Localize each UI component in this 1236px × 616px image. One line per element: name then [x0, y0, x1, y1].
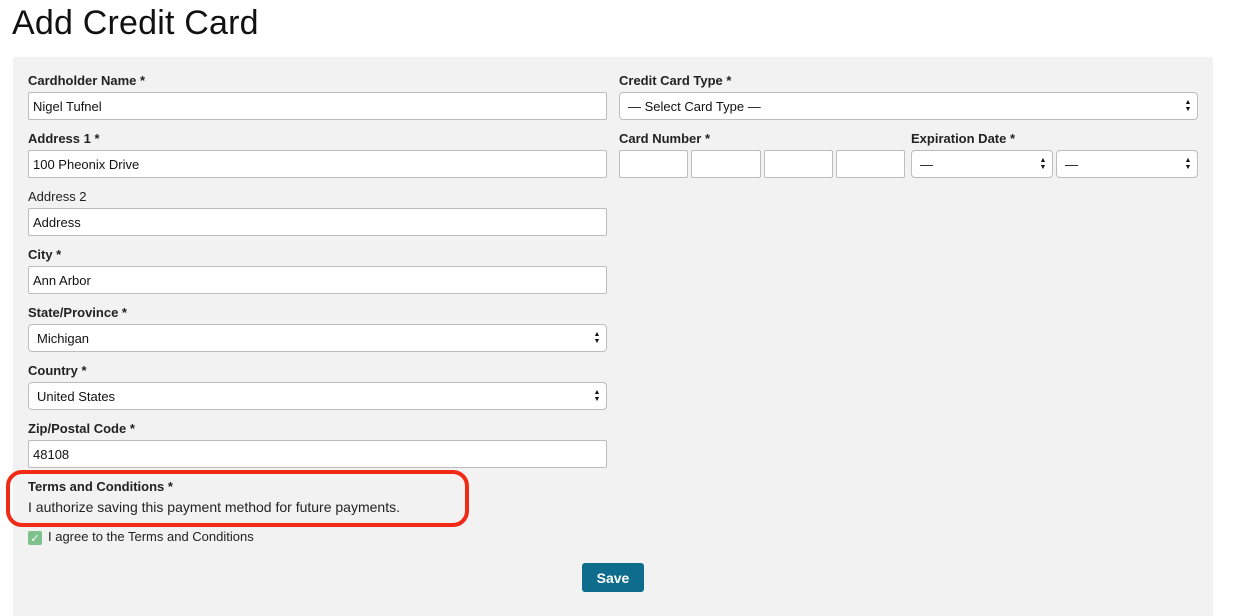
terms-highlight-annotation	[6, 470, 469, 527]
cardholder-name-label: Cardholder Name *	[28, 73, 146, 88]
expiration-month-value: —	[920, 156, 933, 172]
city-label: City *	[28, 247, 62, 262]
card-type-select-value: — Select Card Type —	[628, 98, 761, 114]
select-arrows-icon: ▲ ▼	[593, 331, 601, 345]
zip-input[interactable]: 48108	[28, 440, 607, 468]
address1-input[interactable]: 100 Pheonix Drive	[28, 150, 607, 178]
select-arrows-icon: ▲ ▼	[593, 389, 601, 403]
state-select[interactable]: Michigan ▲ ▼	[28, 324, 607, 352]
card-number-part-4-input[interactable]	[836, 150, 905, 178]
city-input[interactable]: Ann Arbor	[28, 266, 607, 294]
select-arrows-icon: ▲ ▼	[1184, 99, 1192, 113]
expiration-month-select[interactable]: — ▲ ▼	[911, 150, 1053, 178]
card-number-part-2-input[interactable]	[691, 150, 761, 178]
state-label: State/Province *	[28, 305, 127, 320]
agree-terms-label[interactable]: I agree to the Terms and Conditions	[48, 529, 254, 544]
address1-label: Address 1 *	[28, 131, 100, 146]
page-title: Add Credit Card	[12, 4, 259, 42]
checkmark-icon: ✓	[30, 532, 40, 545]
card-number-part-1-input[interactable]	[619, 150, 688, 178]
save-button[interactable]: Save	[582, 563, 644, 592]
address2-input[interactable]: Address	[28, 208, 607, 236]
select-arrows-icon: ▲ ▼	[1184, 157, 1192, 171]
expiration-year-value: —	[1065, 156, 1078, 172]
cardholder-name-input[interactable]: Nigel Tufnel	[28, 92, 607, 120]
expiration-date-label: Expiration Date *	[911, 131, 1016, 146]
zip-label: Zip/Postal Code *	[28, 421, 135, 436]
agree-terms-checkbox[interactable]: ✓	[28, 531, 42, 545]
country-label: Country *	[28, 363, 87, 378]
card-type-select[interactable]: — Select Card Type — ▲ ▼	[619, 92, 1198, 120]
card-number-part-3-input[interactable]	[764, 150, 833, 178]
card-type-label: Credit Card Type *	[619, 73, 732, 88]
country-select-value: United States	[37, 388, 116, 404]
country-select[interactable]: United States ▲ ▼	[28, 382, 607, 410]
state-select-value: Michigan	[37, 330, 90, 346]
address2-label: Address 2	[28, 189, 87, 204]
select-arrows-icon: ▲ ▼	[1039, 157, 1047, 171]
card-number-label: Card Number *	[619, 131, 711, 146]
expiration-year-select[interactable]: — ▲ ▼	[1056, 150, 1198, 178]
